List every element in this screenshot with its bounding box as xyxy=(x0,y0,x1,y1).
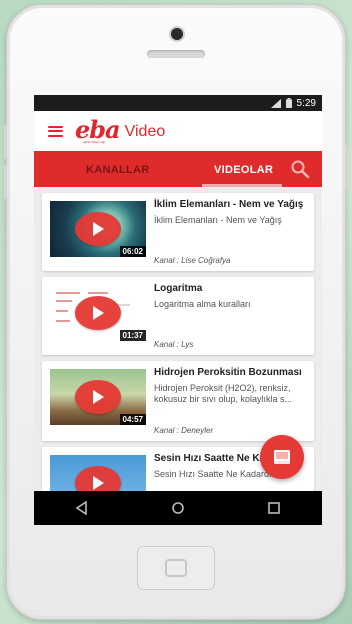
video-duration: 06:02 xyxy=(119,246,146,257)
video-info: Hidrojen Peroksitin Bozunması Hidrojen P… xyxy=(154,367,308,405)
video-info: İklim Elemanları - Nem ve Yağış İklim El… xyxy=(154,199,308,226)
play-icon xyxy=(93,306,104,320)
video-title: Logaritma xyxy=(154,283,203,294)
video-thumbnail: 06:02 xyxy=(50,201,146,257)
play-icon xyxy=(93,390,104,404)
earpiece-speaker xyxy=(147,50,205,58)
active-tab-indicator xyxy=(202,184,282,187)
recents-icon[interactable] xyxy=(259,495,289,521)
tab-videolar[interactable]: VIDEOLAR xyxy=(214,164,273,176)
android-nav-bar xyxy=(34,491,322,525)
hamburger-menu-icon[interactable] xyxy=(48,125,63,137)
signal-icon xyxy=(270,98,281,108)
app-bar: eba eğitim bilişim ağı Video xyxy=(34,111,322,151)
search-icon[interactable] xyxy=(290,159,310,179)
power-button xyxy=(345,145,348,189)
phone-home-button[interactable] xyxy=(137,546,215,590)
video-title: Hidrojen Peroksitin Bozunması xyxy=(154,367,302,378)
status-bar: 5:29 xyxy=(34,95,322,111)
video-channel: Kanal : Lise Coğrafya xyxy=(154,256,231,265)
video-thumbnail: 04:57 xyxy=(50,369,146,425)
video-duration: 01:37 xyxy=(119,330,146,341)
back-icon[interactable] xyxy=(67,495,97,521)
video-duration: 04:57 xyxy=(119,414,146,425)
video-card[interactable]: 01:37 Logaritma Logaritma alma kuralları… xyxy=(42,277,314,355)
video-card[interactable]: 04:57 Hidrojen Peroksitin Bozunması Hidr… xyxy=(42,361,314,441)
play-icon xyxy=(93,476,104,490)
phone-screen: 5:29 eba eğitim bilişim ağı Video KANALL… xyxy=(34,95,322,525)
volume-button xyxy=(4,125,7,159)
home-icon[interactable] xyxy=(163,495,193,521)
video-channel: Kanal : Deneyler xyxy=(154,426,214,435)
play-button[interactable] xyxy=(75,212,121,246)
book-icon xyxy=(274,450,290,464)
video-info: Logaritma Logaritma alma kuralları xyxy=(154,283,308,310)
video-card[interactable]: 06:02 İklim Elemanları - Nem ve Yağış İk… xyxy=(42,193,314,271)
tab-kanallar[interactable]: KANALLAR xyxy=(86,164,150,176)
video-title: İklim Elemanları - Nem ve Yağış xyxy=(154,199,304,210)
fab-book-button[interactable] xyxy=(260,435,304,479)
tab-bar: KANALLAR VIDEOLAR xyxy=(34,151,322,187)
video-description: Hidrojen Peroksit (H2O2), renksiz, kokus… xyxy=(154,383,293,404)
video-description: İklim Elemanları - Nem ve Yağış xyxy=(154,215,282,225)
volume-button-lower xyxy=(4,165,7,199)
battery-icon xyxy=(285,98,292,108)
home-button-glyph xyxy=(165,559,187,577)
logo-text: eba xyxy=(75,115,121,144)
video-channel: Kanal : Lys xyxy=(154,340,194,349)
video-description: Logaritma alma kuralları xyxy=(154,299,251,309)
logo-tagline: eğitim bilişim ağı xyxy=(83,140,106,144)
eba-logo: eba eğitim bilişim ağı xyxy=(75,115,121,144)
play-button[interactable] xyxy=(75,296,121,330)
status-time: 5:29 xyxy=(296,97,316,109)
play-icon xyxy=(93,222,104,236)
play-button[interactable] xyxy=(75,380,121,414)
app-title: Video xyxy=(124,123,166,140)
front-camera xyxy=(171,28,183,40)
video-thumbnail: 01:37 xyxy=(50,285,146,341)
